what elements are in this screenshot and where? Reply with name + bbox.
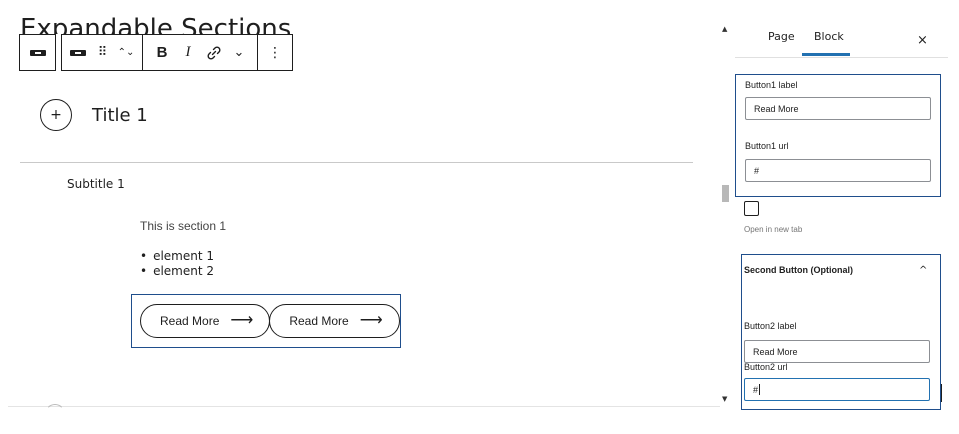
settings-sidebar: Page Block × Button1 label Read More But… [735,0,959,434]
button2-url-title: Button2 url [744,362,788,372]
block-icon [70,49,86,56]
button1-url-title: Button1 url [745,141,789,151]
button2-url-value: # [753,384,759,395]
section-subtitle[interactable]: Subtitle 1 [67,177,125,191]
next-section-plus-icon[interactable] [45,404,65,424]
active-tab-indicator [802,53,850,56]
section-title-row[interactable]: + Title 1 [40,99,148,131]
section-divider [20,162,693,163]
block-icon-button[interactable] [66,35,90,71]
buttons-block[interactable]: Read More ⟶ Read More ⟶ [131,294,401,348]
button1-label-input[interactable]: Read More [745,97,931,120]
more-format-chevron-icon[interactable]: ⌄ [227,35,251,71]
drag-handle-icon[interactable]: ⠿ [90,35,114,71]
expand-plus-icon[interactable]: + [40,99,72,131]
second-button-panel-title[interactable]: Second Button (Optional) [744,265,853,275]
button-label: Read More [289,314,349,328]
scroll-down-icon[interactable]: ▼ [722,395,727,403]
chevron-up-icon[interactable]: ^ [919,265,927,276]
open-new-tab-help: Open in new tab [744,225,803,234]
italic-button[interactable]: I [175,35,201,71]
button2-url-input[interactable]: # [744,378,930,401]
options-button[interactable]: ⋮ [257,34,293,71]
block-toolbar: ⠿ ⌃⌄ B I ⌄ ⋮ [19,34,293,71]
second-button-panel: Button2 label Read More Button2 url # [741,254,941,410]
close-icon[interactable]: × [917,33,928,48]
button2-label-input[interactable]: Read More [744,340,930,363]
read-more-button-2[interactable]: Read More ⟶ [269,304,400,338]
arrow-right-icon: ⟶ [230,312,254,329]
button1-url-input[interactable]: # [745,159,931,182]
sidebar-tabs: Page Block × [735,0,948,58]
bold-button[interactable]: B [149,35,175,71]
next-section-divider [8,406,720,407]
kebab-menu-icon: ⋮ [268,44,282,61]
section-list: element 1 element 2 [140,249,214,279]
tab-block[interactable]: Block [814,30,844,43]
button-label: Read More [160,314,220,328]
text-caret [759,384,761,395]
scrollbar-thumb[interactable] [722,185,729,202]
move-up-down-icon[interactable]: ⌃⌄ [114,35,138,71]
toolbar-format-group: B I ⌄ [142,34,258,71]
section-body-text[interactable]: This is section 1 [140,219,226,233]
read-more-button-1[interactable]: Read More ⟶ [140,304,271,338]
block-type-icon [29,49,46,56]
sidebar-edge [941,384,942,402]
list-item[interactable]: element 2 [140,264,214,279]
toolbar-move-group: ⠿ ⌃⌄ [61,34,143,71]
button1-label-title: Button1 label [745,80,798,90]
editor-scrollbar[interactable]: ▲ ▼ [719,25,733,409]
open-new-tab-checkbox[interactable] [744,201,759,216]
section-title[interactable]: Title 1 [92,105,148,126]
button2-label-title: Button2 label [744,321,797,331]
button1-settings: Button1 label Read More Button1 url # [735,74,941,197]
tab-page[interactable]: Page [768,30,795,43]
list-item[interactable]: element 1 [140,249,214,264]
scroll-up-icon[interactable]: ▲ [722,25,727,33]
link-icon[interactable] [201,35,227,71]
block-type-button[interactable] [19,34,56,71]
arrow-right-icon: ⟶ [359,312,383,329]
